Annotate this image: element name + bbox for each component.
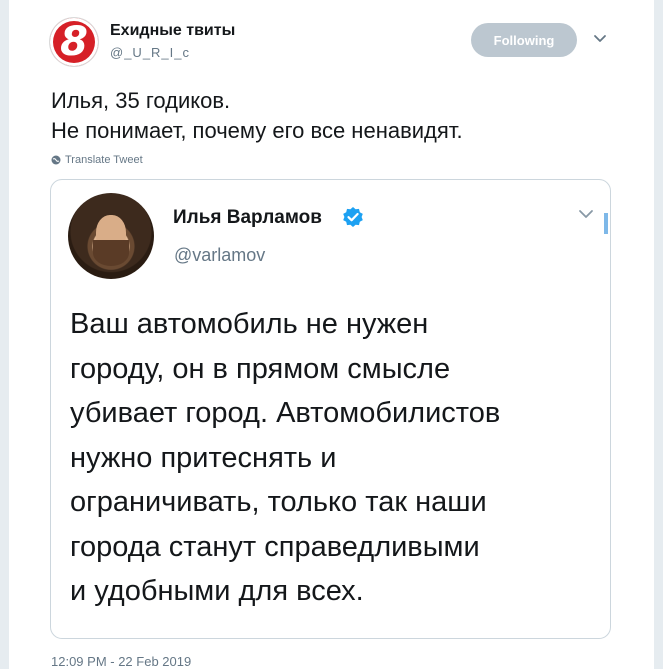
page-edge-right	[654, 0, 663, 669]
author-handle[interactable]: @_U_R_I_c	[110, 45, 190, 60]
globe-icon	[51, 155, 61, 165]
quoted-tweet-text: Ваш автомобиль не нужен городу, он в пря…	[70, 308, 501, 607]
avatar-logo-text: 8	[60, 19, 88, 65]
chevron-down-icon[interactable]	[578, 207, 594, 221]
following-button[interactable]: Following	[471, 23, 577, 57]
scrollbar[interactable]	[604, 213, 608, 234]
quoted-tweet[interactable]: Илья Варламов @varlamov Ваш автомобиль н…	[50, 179, 611, 639]
author-name[interactable]: Ехидные твиты	[110, 22, 235, 40]
translate-label: Translate Tweet	[65, 154, 143, 166]
tweet-text: Илья, 35 годиков. Не понимает, почему ег…	[51, 88, 463, 143]
tweet-card: 8 Ехидные твиты @_U_R_I_c Following Илья…	[9, 0, 654, 669]
page-edge-left	[0, 0, 9, 669]
avatar-beard	[93, 240, 129, 266]
quoted-author-name[interactable]: Илья Варламов	[173, 207, 322, 229]
verified-badge-icon	[343, 207, 363, 227]
author-avatar[interactable]: 8	[50, 18, 98, 66]
translate-tweet-link[interactable]: Translate Tweet	[51, 154, 143, 166]
tweet-timestamp[interactable]: 12:09 PM - 22 Feb 2019	[51, 654, 191, 669]
quoted-author-avatar[interactable]	[68, 193, 154, 279]
quoted-author-handle[interactable]: @varlamov	[174, 245, 265, 266]
chevron-down-icon[interactable]	[593, 32, 607, 46]
